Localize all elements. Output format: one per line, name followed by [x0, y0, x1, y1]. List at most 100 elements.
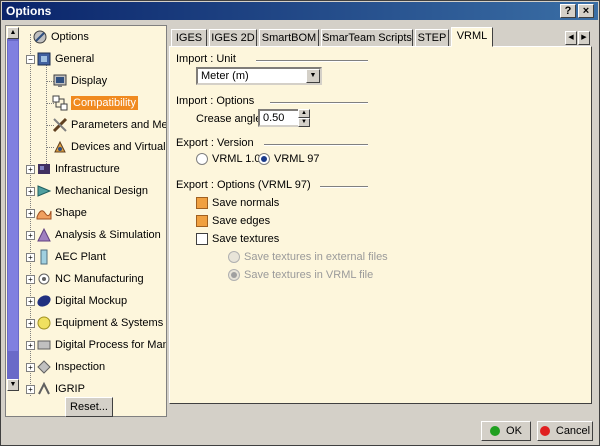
save-textures-label: Save textures: [212, 233, 280, 245]
unit-dropdown[interactable]: Meter (m) ▼: [196, 67, 322, 85]
tree-item-infrastructure[interactable]: Infrastructure: [36, 160, 120, 178]
textures-external-label: Save textures in external files: [244, 251, 388, 263]
scroll-up-arrow-icon[interactable]: ▲: [7, 27, 19, 39]
tab-smartbom[interactable]: SmartBOM: [259, 29, 319, 47]
ok-button[interactable]: OK: [481, 421, 531, 441]
tree-item-igrip[interactable]: IGRIP: [36, 380, 85, 398]
title-bar: Options ? ×: [2, 2, 598, 20]
equipment-icon: [37, 316, 51, 330]
tab-iges-2d[interactable]: IGES 2D: [209, 29, 257, 47]
expand-aec-toggle[interactable]: +: [26, 253, 35, 262]
expand-equipment-toggle[interactable]: +: [26, 319, 35, 328]
expand-dpm-toggle[interactable]: +: [26, 341, 35, 350]
expand-shape-toggle[interactable]: +: [26, 209, 35, 218]
tree-item-options[interactable]: Options: [32, 28, 89, 46]
unit-value: Meter (m): [201, 70, 249, 82]
tree-item-analysis[interactable]: Analysis & Simulation: [36, 226, 161, 244]
display-icon: [53, 74, 67, 87]
digital-mockup-icon: [37, 295, 51, 307]
tree-item-digital-mockup[interactable]: Digital Mockup: [36, 292, 127, 310]
expand-infrastructure-toggle[interactable]: +: [26, 165, 35, 174]
igrip-icon: [38, 381, 50, 395]
expand-dmu-toggle[interactable]: +: [26, 297, 35, 306]
crease-angle-stepper[interactable]: ▲ ▼: [298, 109, 310, 127]
vrml-options-panel: Import : Unit Meter (m) ▼ Import : Optio…: [169, 46, 592, 404]
tree-item-digital-process[interactable]: Digital Process for Manufac: [36, 336, 166, 354]
tab-vrml[interactable]: VRML: [451, 27, 493, 47]
expand-analysis-toggle[interactable]: +: [26, 231, 35, 240]
textures-vrml-label: Save textures in VRML file: [244, 269, 374, 281]
nc-manufacturing-icon: [38, 273, 50, 285]
textures-vrml-radio[interactable]: [228, 269, 240, 281]
window-title: Options: [6, 4, 52, 18]
expand-general-toggle[interactable]: −: [26, 55, 35, 64]
scroll-thumb[interactable]: [8, 41, 18, 351]
tab-step[interactable]: STEP: [415, 29, 449, 47]
tree-item-shape[interactable]: Shape: [36, 204, 87, 222]
tree-item-devices[interactable]: Devices and Virtual Rea: [52, 138, 166, 156]
selected-tree-label: Compatibility: [71, 96, 138, 110]
analysis-icon: [37, 227, 51, 242]
import-options-title: Import : Options: [176, 95, 255, 107]
tab-scroll-left-icon[interactable]: ◀: [565, 31, 577, 45]
options-window: Options ? × Options − General Display Co…: [0, 0, 600, 446]
devices-icon: [54, 140, 66, 153]
tab-iges[interactable]: IGES: [171, 29, 207, 47]
tree-item-nc-manufacturing[interactable]: NC Manufacturing: [36, 270, 144, 288]
parameters-icon: [52, 117, 68, 133]
save-normals-checkbox[interactable]: [196, 197, 208, 209]
import-unit-divider: [256, 60, 368, 62]
expand-mechanical-toggle[interactable]: +: [26, 187, 35, 196]
tree-scrollbar[interactable]: ▲ ▼: [7, 27, 19, 391]
aec-plant-icon: [40, 249, 48, 265]
tree-item-mechanical-design[interactable]: Mechanical Design: [36, 182, 148, 200]
save-textures-checkbox[interactable]: [196, 233, 208, 245]
infrastructure-icon: [38, 164, 50, 174]
crease-angle-value: 0.50: [263, 112, 285, 124]
scroll-down-arrow-icon[interactable]: ▼: [7, 379, 19, 391]
tree-item-display[interactable]: Display: [52, 72, 107, 90]
expand-nc-toggle[interactable]: +: [26, 275, 35, 284]
import-unit-title: Import : Unit: [176, 53, 236, 65]
spin-up-icon[interactable]: ▲: [298, 109, 310, 118]
tab-bar: IGES IGES 2D SmartBOM SmarTeam Scripts S…: [171, 27, 591, 47]
help-button[interactable]: ?: [560, 4, 576, 18]
general-icon: [37, 52, 51, 66]
tree-item-inspection[interactable]: Inspection: [36, 358, 105, 376]
crease-angle-label: Crease angle :: [196, 113, 268, 125]
close-button[interactable]: ×: [578, 4, 594, 18]
import-options-divider: [270, 102, 368, 104]
export-version-title: Export : Version: [176, 137, 254, 149]
export-version-divider: [264, 144, 368, 146]
vrml-1-radio[interactable]: [196, 153, 208, 165]
ok-icon: [490, 426, 501, 436]
tree-item-equipment[interactable]: Equipment & Systems: [36, 314, 163, 332]
vrml-1-label: VRML 1.0: [212, 153, 261, 165]
mechanical-design-icon: [37, 185, 52, 197]
tree-item-general[interactable]: General: [36, 50, 94, 68]
tree-item-aec-plant[interactable]: AEC Plant: [36, 248, 106, 266]
vrml-97-label: VRML 97: [274, 153, 320, 165]
vrml-97-radio[interactable]: [258, 153, 270, 165]
cancel-icon: [539, 426, 550, 436]
spin-down-icon[interactable]: ▼: [298, 118, 310, 127]
options-root-icon: [33, 30, 47, 44]
shape-icon: [36, 210, 52, 220]
tab-scroll-right-icon[interactable]: ▶: [578, 31, 590, 45]
compatibility-icon: [52, 95, 68, 111]
crease-angle-input[interactable]: 0.50: [258, 109, 300, 127]
tree-item-compatibility[interactable]: Compatibility: [52, 94, 138, 112]
save-edges-checkbox[interactable]: [196, 215, 208, 227]
cancel-button[interactable]: Cancel: [537, 421, 593, 441]
chevron-down-icon[interactable]: ▼: [306, 69, 320, 83]
export-options-divider: [320, 186, 368, 188]
inspection-icon: [37, 360, 51, 374]
tree-item-parameters[interactable]: Parameters and Measur: [52, 116, 166, 134]
textures-external-radio[interactable]: [228, 251, 240, 263]
reset-button[interactable]: Reset...: [65, 397, 113, 417]
expand-inspection-toggle[interactable]: +: [26, 363, 35, 372]
expand-igrip-toggle[interactable]: +: [26, 385, 35, 394]
export-options-title: Export : Options (VRML 97): [176, 179, 311, 191]
digital-process-icon: [37, 340, 51, 350]
tab-smarteam-scripts[interactable]: SmarTeam Scripts: [321, 29, 413, 47]
